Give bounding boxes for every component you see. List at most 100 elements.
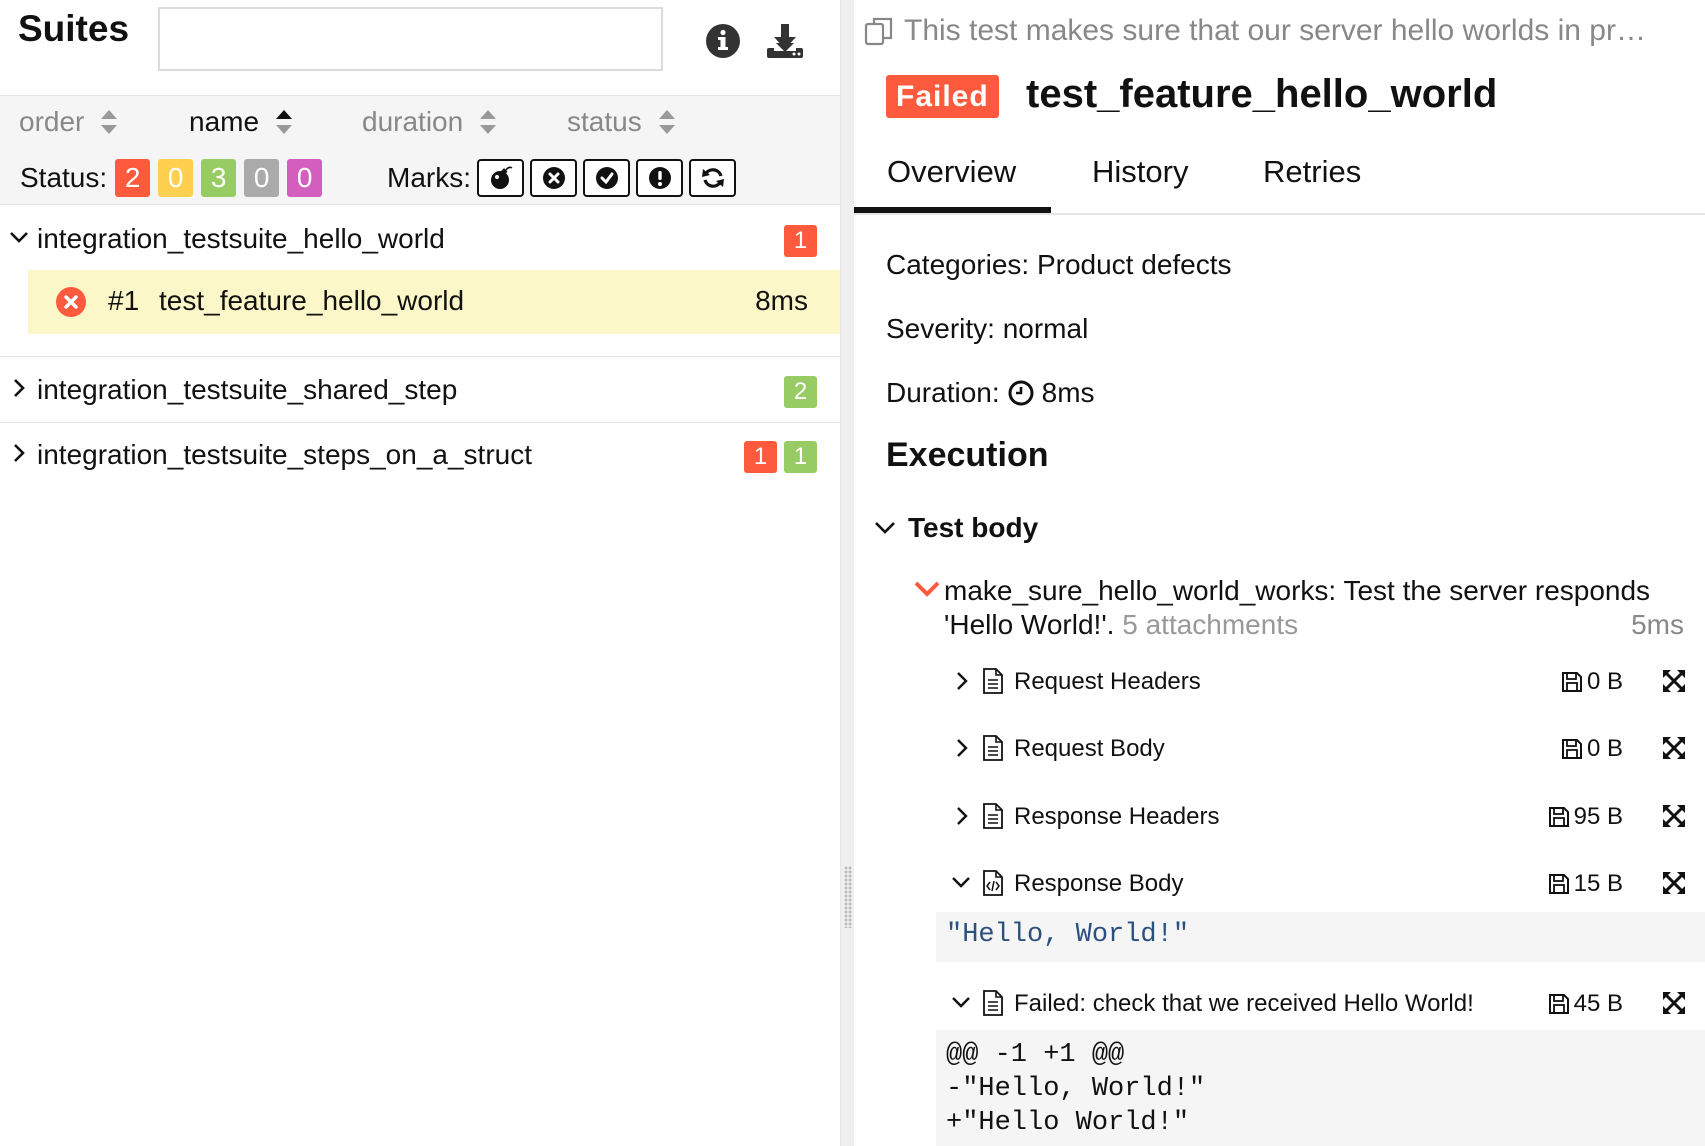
passed-count-badge: 2 [784, 376, 817, 408]
attachment-size: 95 B [1548, 803, 1623, 831]
failed-count-badge: 1 [784, 225, 817, 257]
attachment-size-value: 0 B [1586, 735, 1623, 762]
sort-order[interactable]: order [19, 106, 118, 138]
attachment-response-headers[interactable]: Response Headers 95 B [954, 797, 1705, 837]
sort-icon [658, 110, 675, 134]
execution-heading: Execution [886, 436, 1049, 474]
test-row-selected[interactable]: #1 test_feature_hello_world 8ms [28, 270, 840, 334]
save-icon [1548, 874, 1569, 894]
new-failed-icon [542, 167, 565, 189]
save-icon [1548, 994, 1569, 1014]
sort-duration-label: duration [362, 106, 464, 137]
chevron-right-icon [14, 379, 25, 397]
retries-mark-button[interactable] [689, 159, 736, 197]
attachment-failed-check[interactable]: Failed: check that we received Hello Wor… [952, 984, 1705, 1024]
save-icon [1561, 739, 1582, 759]
divider [0, 356, 840, 357]
attachment-response-body[interactable]: Response Body 15 B [952, 864, 1705, 904]
suite-group-steps-on-a-struct[interactable]: integration_testsuite_steps_on_a_struct … [0, 439, 840, 479]
attachment-size: 15 B [1548, 870, 1623, 898]
attachment-name: Request Headers [1014, 668, 1201, 695]
suite-name: integration_testsuite_steps_on_a_struct [37, 439, 532, 470]
sort-icon [480, 110, 497, 134]
response-body-content: "Hello, World!" [936, 912, 1705, 962]
sort-icon [276, 110, 293, 134]
sort-name[interactable]: name [189, 106, 293, 138]
sort-toolbar: order name duration status Status: 2 0 3… [0, 95, 840, 205]
chevron-right-icon [957, 672, 968, 690]
info-icon[interactable] [702, 20, 744, 62]
test-description: This test makes sure that our server hel… [864, 14, 1702, 48]
suites-title: Suites [18, 8, 130, 49]
status-count-skipped[interactable]: 0 [244, 159, 280, 197]
status-label: Status: [20, 162, 108, 193]
chevron-down-icon [952, 877, 970, 888]
step-title[interactable]: make_sure_hello_world_works: Test the se… [944, 574, 1684, 642]
expand-icon[interactable] [1661, 735, 1687, 761]
chevron-down-icon [10, 232, 28, 243]
sort-name-label: name [189, 106, 260, 137]
tab-history[interactable]: History [1092, 150, 1188, 213]
failed-count-badge: 1 [744, 441, 777, 473]
attachment-name: Failed: check that we received Hello Wor… [1014, 990, 1474, 1017]
new-passed-icon [595, 167, 618, 189]
expand-icon[interactable] [1661, 803, 1687, 829]
suite-name: integration_testsuite_hello_world [37, 223, 445, 254]
sort-duration[interactable]: duration [362, 106, 497, 138]
expand-icon[interactable] [1661, 668, 1687, 694]
attachment-size-value: 0 B [1586, 668, 1623, 695]
chevron-down-icon [875, 522, 895, 534]
flaky-icon [490, 166, 512, 189]
tab-retries[interactable]: Retries [1263, 150, 1361, 213]
failed-status-icon [56, 287, 86, 317]
resize-grip [844, 866, 852, 928]
attachment-size-value: 45 B [1573, 990, 1623, 1017]
sort-icon [101, 110, 118, 134]
flaky-mark-button[interactable] [477, 159, 524, 197]
document-icon [983, 668, 1003, 694]
document-icon [983, 803, 1003, 829]
status-count-unknown[interactable]: 0 [287, 159, 323, 197]
new-passed-mark-button[interactable] [583, 159, 630, 197]
status-count-passed[interactable]: 3 [201, 159, 237, 197]
document-icon [983, 735, 1003, 761]
copy-icon[interactable] [864, 15, 896, 47]
new-broken-icon [648, 167, 671, 189]
sort-status[interactable]: status [567, 106, 676, 138]
status-label-failed: Failed [886, 75, 999, 118]
tab-overview[interactable]: Overview [854, 150, 1051, 213]
marks-label: Marks: [387, 162, 471, 193]
failed-chevron-down-icon[interactable] [914, 578, 940, 600]
diff-content: @@ -1 +1 @@ -"Hello, World!" +"Hello Wor… [936, 1030, 1705, 1146]
status-count-failed[interactable]: 2 [115, 159, 151, 197]
attachment-size-value: 95 B [1573, 803, 1623, 830]
stage-title: Test body [908, 512, 1039, 543]
new-failed-mark-button[interactable] [530, 159, 577, 197]
suites-pane: Suites order name duration status Status… [0, 0, 840, 1146]
test-name: test_feature_hello_world [159, 285, 465, 316]
save-icon [1561, 672, 1582, 692]
expand-icon[interactable] [1661, 990, 1687, 1016]
description-text: This test makes sure that our server hel… [904, 14, 1646, 47]
search-input[interactable] [158, 7, 663, 71]
expand-icon[interactable] [1661, 870, 1687, 896]
attachment-size: 0 B [1561, 668, 1623, 696]
pane-resize-handle[interactable] [840, 0, 854, 1146]
attachment-size: 45 B [1548, 990, 1623, 1018]
divider [0, 422, 840, 423]
attachment-size-value: 15 B [1573, 870, 1623, 897]
duration-label: Duration: [886, 377, 1000, 408]
categories-text: Categories: Product defects [886, 249, 1232, 280]
download-icon[interactable] [764, 20, 806, 62]
retries-icon [701, 168, 724, 188]
chevron-right-icon [957, 739, 968, 757]
attachment-request-headers[interactable]: Request Headers 0 B [954, 662, 1705, 702]
status-count-broken[interactable]: 0 [158, 159, 194, 197]
suite-group-shared-step[interactable]: integration_testsuite_shared_step 2 [0, 374, 840, 414]
stage-test-body[interactable]: Test body [874, 512, 1038, 544]
suite-group-hello-world[interactable]: integration_testsuite_hello_world 1 [0, 223, 840, 263]
new-broken-mark-button[interactable] [636, 159, 683, 197]
test-duration: 8ms [755, 285, 808, 316]
attachment-request-body[interactable]: Request Body 0 B [954, 729, 1705, 769]
clock-icon [1008, 380, 1034, 406]
